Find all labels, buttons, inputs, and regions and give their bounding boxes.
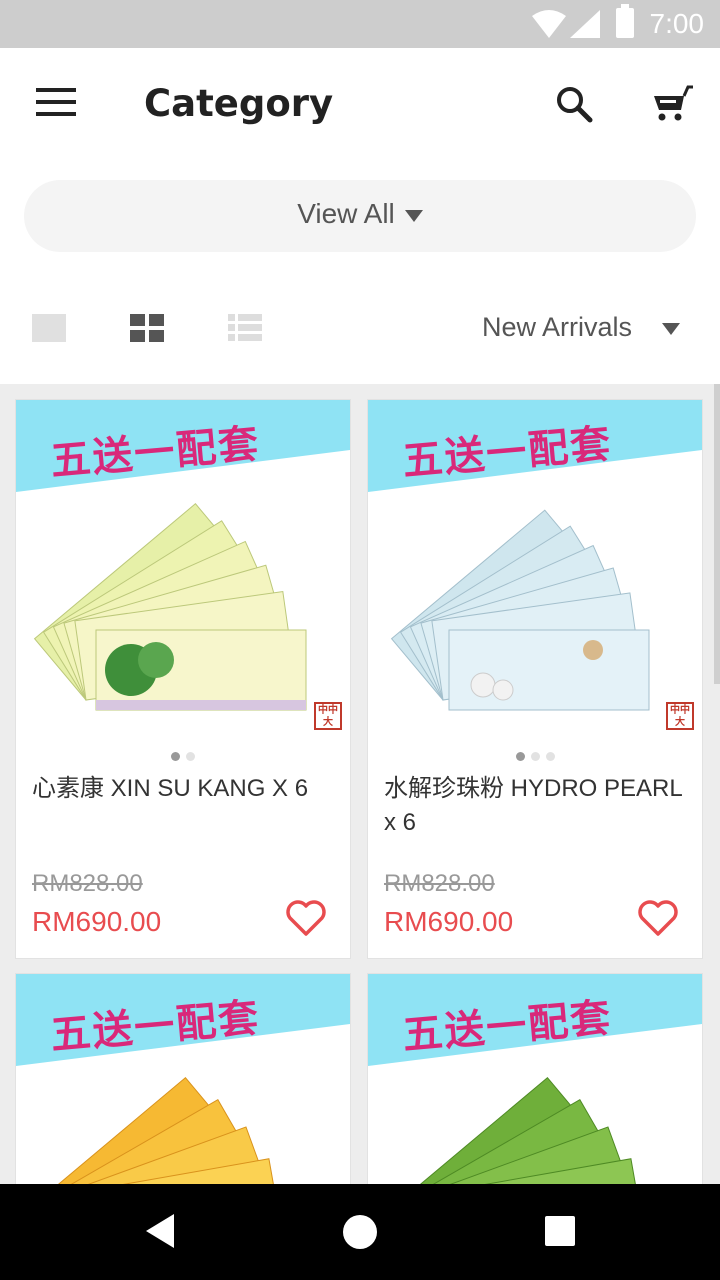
scrollbar[interactable] [714,384,720,684]
brand-seal: 中中 大 [666,702,694,730]
caret-down-icon [662,323,680,335]
product-image[interactable]: 五送一配套 中中 大 [368,400,702,736]
product-image[interactable]: 五送一配套 中中 大 [16,400,350,736]
product-card[interactable]: 五送一配套 [15,973,351,1184]
sort-label: New Arrivals [482,312,633,342]
battery-icon [616,4,634,38]
heart-icon[interactable] [284,896,328,940]
product-image[interactable]: 五送一配套 [368,974,702,1184]
status-bar: 7:00 [0,0,720,48]
app-bar: Category [0,48,720,160]
product-boxes-image [390,509,650,711]
recents-icon[interactable] [545,1216,575,1246]
system-nav-bar [0,1184,720,1280]
home-icon[interactable] [343,1215,377,1249]
sale-price: RM690.00 [384,906,514,937]
grid-view-icon[interactable] [130,314,164,342]
product-image[interactable]: 五送一配套 [16,974,350,1184]
product-boxes-image [23,1077,284,1184]
product-grid[interactable]: 五送一配套 中中 大 心素康 XIN SU KANG X 6 RM828.00 … [0,384,720,1184]
heart-icon[interactable] [636,896,680,940]
original-price: RM828.00 [32,870,143,897]
single-view-icon[interactable] [32,314,66,342]
image-pager-dots [368,746,702,761]
product-name[interactable]: 水解珍珠粉 HYDRO PEARL x 6 [384,772,684,840]
list-view-icon[interactable] [228,314,262,342]
original-price: RM828.00 [384,870,495,897]
brand-seal: 中中 大 [314,702,342,730]
back-icon[interactable] [144,1214,176,1248]
sale-price: RM690.00 [32,906,162,937]
category-filter-label: View All [297,198,395,229]
product-boxes-image [33,503,307,711]
caret-down-icon [404,209,423,222]
product-card[interactable]: 五送一配套 [367,973,703,1184]
hamburger-menu-icon[interactable] [36,88,76,120]
search-icon[interactable] [554,84,594,124]
product-name[interactable]: 心素康 XIN SU KANG X 6 [32,772,332,806]
clock: 7:00 [649,8,705,39]
wifi-icon [532,10,566,38]
page-title: Category [144,82,334,125]
product-boxes-image [385,1077,646,1184]
cart-icon[interactable] [650,84,694,124]
layout-toolbar: New Arrivals [0,300,720,360]
category-filter-dropdown[interactable]: View All [24,180,696,252]
product-card[interactable]: 五送一配套 中中 大 水解珍珠粉 HYDRO PEARL x 6 RM828.0… [367,399,703,959]
product-card[interactable]: 五送一配套 中中 大 心素康 XIN SU KANG X 6 RM828.00 … [15,399,351,959]
signal-icon [570,10,600,38]
sort-dropdown[interactable]: New Arrivals [482,312,680,343]
image-pager-dots [16,746,350,761]
